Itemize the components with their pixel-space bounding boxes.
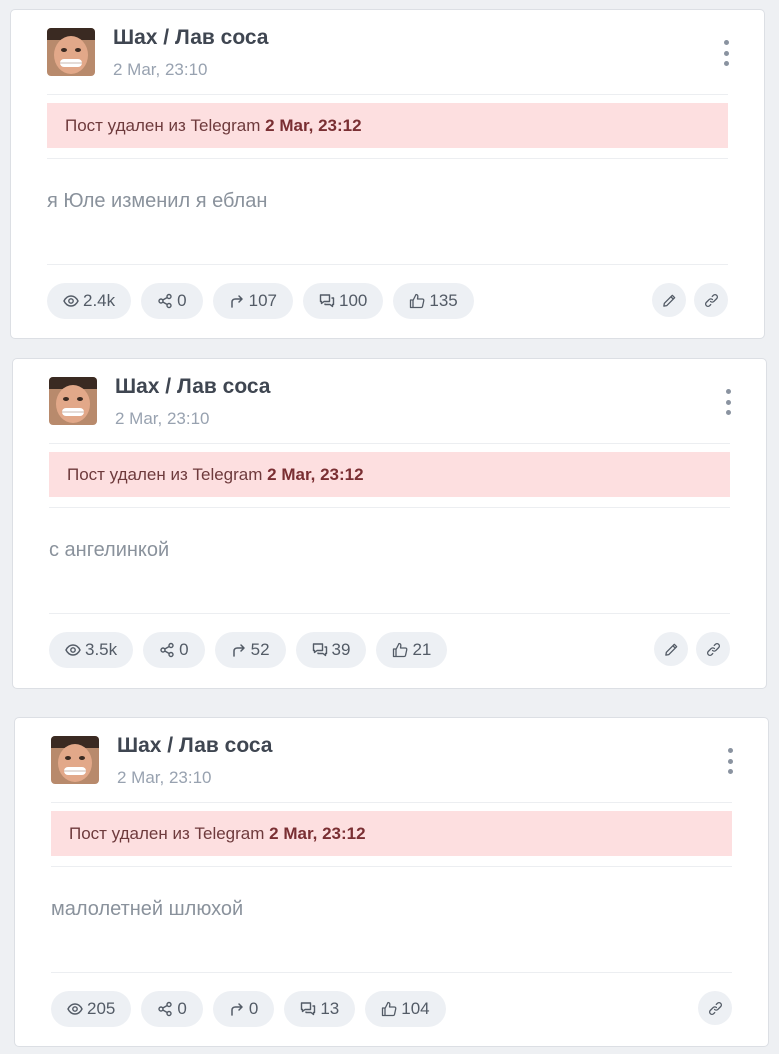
forwards-stat[interactable]: 52 <box>214 632 286 668</box>
deleted-notice-text: Пост удален из Telegram <box>67 465 263 484</box>
post-date: 2 Mar, 23:10 <box>113 60 208 79</box>
copy-link-button[interactable] <box>696 632 730 666</box>
post-card: Шах / Лав соса 2 Mar, 23:10 Пост удален … <box>14 717 769 1047</box>
views-stat[interactable]: 205 <box>51 991 132 1027</box>
author-name[interactable]: Шах / Лав соса <box>115 375 271 399</box>
more-vertical-icon[interactable] <box>724 748 736 774</box>
comments-count: 39 <box>331 640 351 659</box>
deleted-notice: Пост удален из Telegram 2 Mar, 23:12 <box>49 452 730 497</box>
deleted-notice-date: 2 Mar, 23:12 <box>265 116 362 135</box>
copy-link-button[interactable] <box>694 283 728 317</box>
avatar[interactable] <box>49 377 97 425</box>
views-count: 2.4k <box>83 291 116 310</box>
divider <box>47 264 728 265</box>
post-actions <box>698 991 732 1025</box>
divider <box>51 802 732 803</box>
comments-count: 100 <box>338 291 368 310</box>
divider <box>51 972 732 973</box>
shares-count: 0 <box>179 640 189 659</box>
divider <box>47 94 728 95</box>
post-stats: 205 0 0 13 104 <box>51 991 446 1027</box>
edit-button[interactable] <box>654 632 688 666</box>
share-icon <box>158 1001 173 1017</box>
eye-icon <box>65 644 81 656</box>
post-stats: 2.4k 0 107 100 135 <box>47 283 474 319</box>
likes-stat[interactable]: 21 <box>376 632 448 668</box>
forward-icon <box>232 644 245 657</box>
edit-button[interactable] <box>652 283 686 317</box>
comments-count: 13 <box>320 999 340 1018</box>
forwards-count: 52 <box>250 640 270 659</box>
post-card: Шах / Лав соса 2 Mar, 23:10 Пост удален … <box>12 358 767 689</box>
deleted-notice-date: 2 Mar, 23:12 <box>267 465 364 484</box>
deleted-notice: Пост удален из Telegram 2 Mar, 23:12 <box>51 811 732 856</box>
views-count: 205 <box>87 999 116 1018</box>
eye-icon <box>63 295 79 307</box>
comments-stat[interactable]: 100 <box>302 283 384 319</box>
pencil-icon <box>664 643 677 656</box>
comments-icon <box>319 294 335 308</box>
more-vertical-icon[interactable] <box>720 40 732 66</box>
share-icon <box>160 642 174 658</box>
thumbs-up-icon <box>382 1001 397 1017</box>
forward-icon <box>230 295 243 308</box>
views-count: 3.5k <box>85 640 118 659</box>
eye-icon <box>67 1003 83 1015</box>
post-date: 2 Mar, 23:10 <box>117 768 212 787</box>
divider <box>49 507 730 508</box>
forwards-stat[interactable]: 0 <box>212 991 275 1027</box>
shares-count: 0 <box>177 999 187 1018</box>
divider <box>49 443 730 444</box>
more-vertical-icon[interactable] <box>722 389 734 415</box>
post-text: малолетней шлюхой <box>51 898 244 920</box>
post-card: Шах / Лав соса 2 Mar, 23:10 Пост удален … <box>10 9 765 339</box>
deleted-notice: Пост удален из Telegram 2 Mar, 23:12 <box>47 103 728 148</box>
post-actions <box>654 632 730 666</box>
views-stat[interactable]: 2.4k <box>47 283 132 319</box>
forwards-stat[interactable]: 107 <box>212 283 293 319</box>
post-date: 2 Mar, 23:10 <box>115 409 210 428</box>
post-text: я Юле изменил я еблан <box>47 190 268 212</box>
divider <box>47 158 728 159</box>
likes-stat[interactable]: 135 <box>393 283 474 319</box>
comments-stat[interactable]: 13 <box>284 991 356 1027</box>
likes-count: 21 <box>412 640 432 659</box>
author-name[interactable]: Шах / Лав соса <box>113 26 269 50</box>
link-icon <box>704 293 718 307</box>
link-icon <box>708 1001 722 1015</box>
forwards-count: 107 <box>248 291 277 310</box>
deleted-notice-date: 2 Mar, 23:12 <box>269 824 366 843</box>
shares-stat[interactable]: 0 <box>141 991 203 1027</box>
copy-link-button[interactable] <box>698 991 732 1025</box>
avatar[interactable] <box>51 736 99 784</box>
thumbs-up-icon <box>393 642 408 658</box>
comments-icon <box>301 1002 316 1016</box>
link-icon <box>706 642 720 656</box>
comments-icon <box>312 643 327 657</box>
forwards-count: 0 <box>248 999 259 1018</box>
shares-stat[interactable]: 0 <box>141 283 203 319</box>
thumbs-up-icon <box>410 293 425 309</box>
deleted-notice-text: Пост удален из Telegram <box>69 824 265 843</box>
likes-stat[interactable]: 104 <box>365 991 446 1027</box>
views-stat[interactable]: 3.5k <box>49 632 134 668</box>
likes-count: 104 <box>401 999 430 1018</box>
divider <box>51 866 732 867</box>
forward-icon <box>231 1003 243 1016</box>
share-icon <box>158 293 172 309</box>
likes-count: 135 <box>429 291 458 310</box>
divider <box>49 613 730 614</box>
comments-stat[interactable]: 39 <box>295 632 367 668</box>
deleted-notice-text: Пост удален из Telegram <box>65 116 261 135</box>
shares-count: 0 <box>177 291 187 310</box>
avatar[interactable] <box>47 28 95 76</box>
post-actions <box>652 283 728 317</box>
post-text: с ангелинкой <box>49 539 170 561</box>
pencil-icon <box>662 294 675 307</box>
author-name[interactable]: Шах / Лав соса <box>117 734 273 758</box>
shares-stat[interactable]: 0 <box>143 632 205 668</box>
post-stats: 3.5k 0 52 39 21 <box>49 632 448 668</box>
